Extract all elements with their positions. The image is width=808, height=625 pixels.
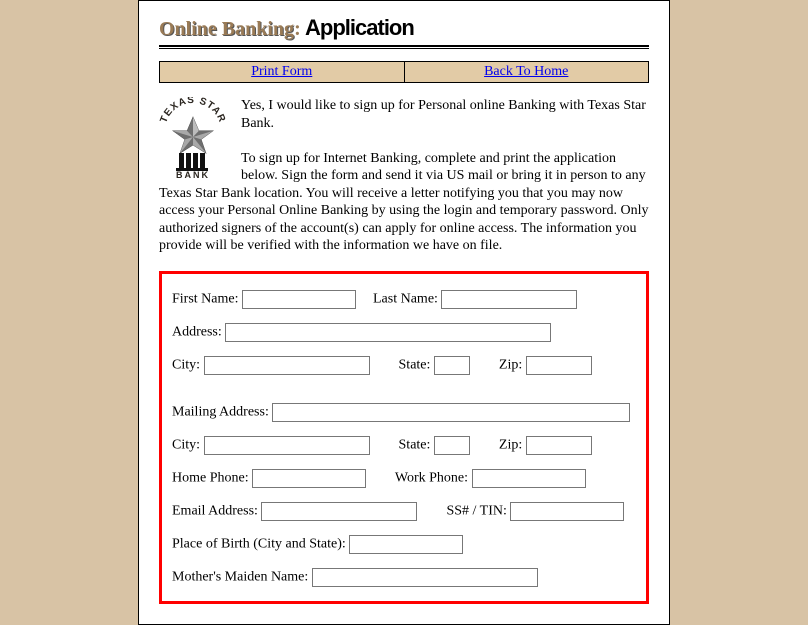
- title-colon: :: [294, 18, 301, 40]
- row-mailing: Mailing Address:: [172, 403, 636, 422]
- state-label: State:: [399, 357, 431, 372]
- email-input[interactable]: [261, 502, 417, 521]
- mailing-address-input[interactable]: [272, 403, 630, 422]
- last-name-label: Last Name:: [373, 291, 438, 306]
- mailing-label: Mailing Address:: [172, 404, 269, 419]
- bank-logo: TEXAS STAR: [159, 97, 229, 181]
- application-form: First Name: Last Name: Address: City: St…: [159, 271, 649, 604]
- home-phone-input[interactable]: [252, 469, 366, 488]
- row-pob: Place of Birth (City and State):: [172, 535, 636, 554]
- first-name-label: First Name:: [172, 291, 239, 306]
- work-phone-input[interactable]: [472, 469, 586, 488]
- maiden-label: Mother's Maiden Name:: [172, 569, 308, 584]
- row-name: First Name: Last Name:: [172, 290, 636, 309]
- header-rule-thin: [159, 48, 649, 49]
- spacer: [172, 389, 636, 403]
- intro-line1: Yes, I would like to sign up for Persona…: [241, 98, 646, 131]
- pob-input[interactable]: [349, 535, 463, 554]
- pob-label: Place of Birth (City and State):: [172, 536, 346, 551]
- maiden-input[interactable]: [312, 568, 538, 587]
- row-email-ssn: Email Address: SS# / TIN:: [172, 502, 636, 521]
- title-online-banking: Online Banking: [159, 18, 294, 40]
- nav-table: Print Form Back To Home: [159, 61, 649, 83]
- last-name-input[interactable]: [441, 290, 577, 309]
- city2-label: City:: [172, 437, 200, 452]
- page-title: Online Banking: Application: [159, 11, 649, 43]
- zip2-label: Zip:: [499, 437, 522, 452]
- svg-text:BANK: BANK: [176, 170, 210, 179]
- row-city-state-zip: City: State: Zip:: [172, 356, 636, 375]
- ssn-label: SS# / TIN:: [446, 503, 506, 518]
- print-form-link[interactable]: Print Form: [251, 64, 312, 79]
- city-input[interactable]: [204, 356, 370, 375]
- address-label: Address:: [172, 324, 222, 339]
- state2-label: State:: [399, 437, 431, 452]
- back-home-link[interactable]: Back To Home: [484, 64, 568, 79]
- ssn-input[interactable]: [510, 502, 624, 521]
- header-rule-thick: [159, 45, 649, 47]
- state-input[interactable]: [434, 356, 470, 375]
- city-label: City:: [172, 357, 200, 372]
- zip2-input[interactable]: [526, 436, 592, 455]
- city2-input[interactable]: [204, 436, 370, 455]
- first-name-input[interactable]: [242, 290, 356, 309]
- nav-cell-print: Print Form: [160, 62, 405, 83]
- star-icon: TEXAS STAR: [159, 97, 227, 179]
- intro-block: TEXAS STAR: [159, 97, 649, 255]
- row-city2: City: State: Zip:: [172, 436, 636, 455]
- nav-cell-home: Back To Home: [404, 62, 649, 83]
- home-phone-label: Home Phone:: [172, 470, 249, 485]
- email-label: Email Address:: [172, 503, 258, 518]
- intro-paragraph: To sign up for Internet Banking, complet…: [159, 151, 649, 254]
- row-phones: Home Phone: Work Phone:: [172, 469, 636, 488]
- row-address: Address:: [172, 323, 636, 342]
- state2-input[interactable]: [434, 436, 470, 455]
- row-maiden: Mother's Maiden Name:: [172, 568, 636, 587]
- title-application: Application: [301, 15, 414, 40]
- zip-input[interactable]: [526, 356, 592, 375]
- zip-label: Zip:: [499, 357, 522, 372]
- work-phone-label: Work Phone:: [395, 470, 468, 485]
- form-page: Online Banking: Application Print Form B…: [138, 0, 670, 625]
- address-input[interactable]: [225, 323, 551, 342]
